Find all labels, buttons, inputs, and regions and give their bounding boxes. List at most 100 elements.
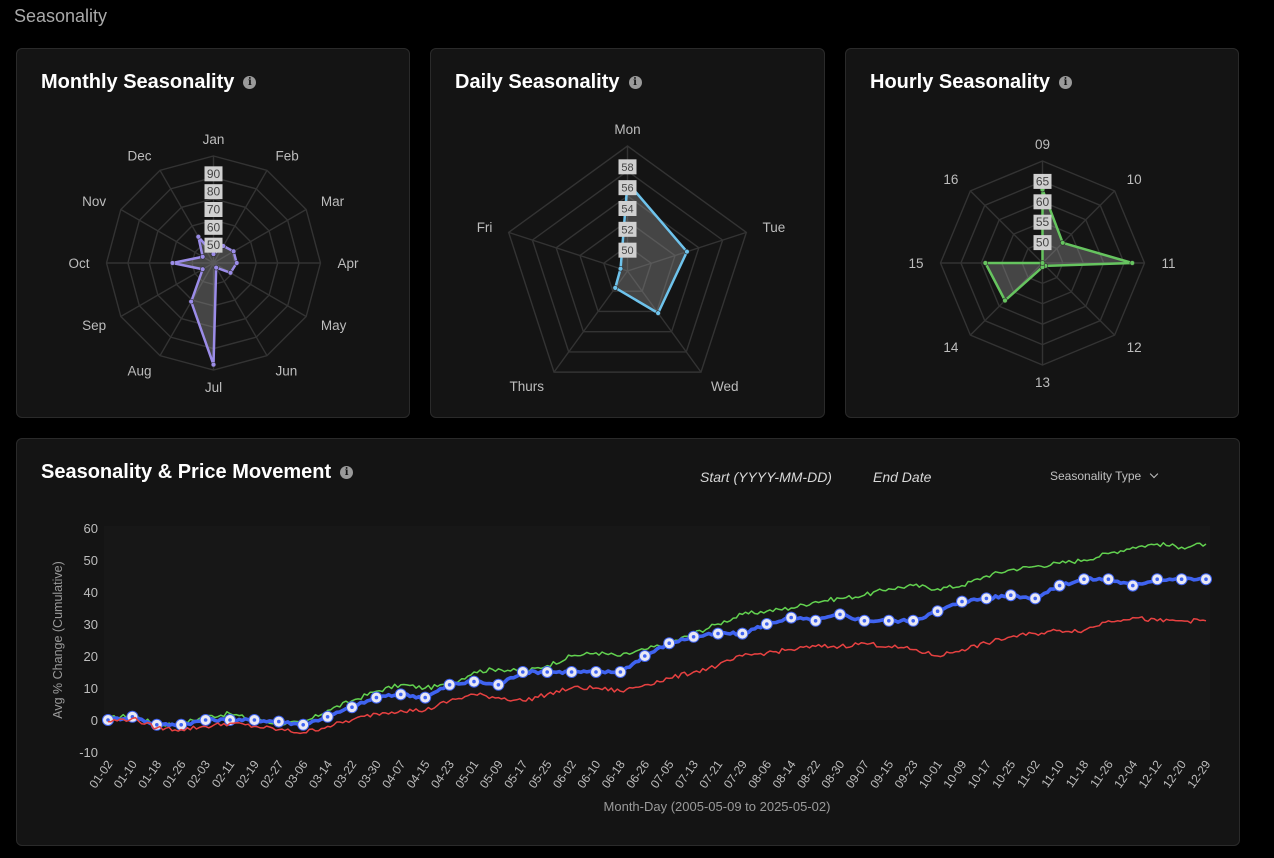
radar-category-label: May (321, 318, 347, 333)
radar-data-point (982, 260, 989, 266)
x-tick-label: 10-25 (989, 757, 1018, 790)
x-tick-label: 07-05 (648, 757, 677, 790)
daily-seasonality-card: Daily Seasonality i 50 52 54 56 58 Mon Tue Wed T… (430, 48, 825, 418)
x-tick-label: 08-30 (818, 757, 847, 790)
x-tick-label: 02-03 (184, 757, 213, 790)
radar-category-label: Tue (763, 220, 786, 235)
x-tick-label: 01-02 (86, 757, 115, 790)
y-tick-label: 30 (84, 617, 98, 632)
radar-data-point (199, 266, 206, 272)
radar-axis-spoke (508, 231, 628, 272)
radar-data-point (1059, 240, 1066, 246)
plot-background (104, 526, 1210, 720)
avg-data-point-center (740, 631, 745, 636)
x-tick-label: 10-09 (940, 757, 969, 790)
avg-data-point-center (911, 619, 915, 623)
x-tick-label: 04-15 (404, 757, 433, 790)
monthly-radar-chart: 50 60 70 80 90 Jan Feb Mar Apr May Jun Jul Aug Sep Oct… (68, 132, 360, 395)
x-tick-label: 05-01 (452, 757, 481, 790)
radar-tick-label: 58 (621, 162, 633, 174)
y-axis-label: Avg % Change (Cumulative) (51, 561, 65, 718)
radar-data-point (210, 361, 217, 368)
avg-data-point-center (862, 619, 867, 623)
x-tick-label: 09-23 (892, 757, 921, 790)
y-tick-label: 50 (84, 553, 98, 568)
avg-data-point-center (447, 683, 452, 687)
radar-tick-label: 65 (1036, 174, 1050, 188)
radar-tick-label: 60 (1036, 195, 1050, 209)
x-tick-label: 05-25 (526, 757, 555, 790)
x-tick-label: 04-23 (428, 757, 457, 790)
y-tick-label: 40 (84, 585, 98, 600)
avg-data-point-center (789, 615, 793, 620)
radar-data-point (233, 260, 240, 266)
avg-data-point-center (1155, 577, 1159, 581)
radar-category-label: 15 (908, 256, 923, 271)
radar-series-area (984, 188, 1134, 302)
avg-data-point-center (691, 635, 696, 639)
avg-data-point-center (1106, 577, 1111, 581)
radar-category-label: Dec (127, 149, 151, 164)
radar-data-point (1129, 260, 1135, 266)
price-movement-chart: -10 0 10 20 30 40 50 60 Avg % Change (Cumulative… (51, 521, 1214, 814)
avg-data-point-center (374, 695, 379, 700)
x-tick-label: 01-26 (160, 757, 189, 790)
x-tick-label: 06-26 (623, 757, 652, 790)
avg-data-point-center (252, 718, 257, 722)
monthly-seasonality-card: Monthly Seasonality i 50 60 70 80 90 Jan Feb Ma… (16, 48, 410, 418)
radar-data-point (230, 248, 237, 255)
x-axis-label: Month-Day (2005-05-09 to 2025-05-02) (604, 799, 831, 814)
x-tick-label: 10-01 (916, 757, 945, 790)
avg-data-point-center (594, 670, 598, 674)
avg-data-point-center (765, 622, 769, 626)
avg-data-point-center (423, 695, 428, 700)
radar-category-label: Apr (338, 256, 360, 271)
radar-category-label: 10 (1127, 172, 1142, 187)
avg-data-point-center (960, 599, 964, 604)
x-tick-label: 01-18 (135, 757, 164, 790)
x-tick-label: 02-19 (233, 757, 262, 790)
avg-data-point-center (277, 719, 281, 724)
radar-tick-label: 54 (621, 204, 633, 216)
radar-data-point (188, 298, 194, 305)
avg-data-point-center (618, 670, 623, 674)
x-tick-label: 11-10 (1038, 757, 1067, 790)
radar-category-label: 14 (943, 340, 959, 355)
avg-data-point-center (325, 715, 330, 719)
avg-data-point-center (545, 670, 549, 674)
radar-data-point (199, 254, 206, 260)
x-tick-label: 03-14 (306, 757, 335, 790)
radar-tick-label: 50 (207, 238, 221, 252)
avg-data-point-center (301, 723, 306, 727)
radar-category-label: Fri (477, 220, 493, 235)
x-tick-label: 12-29 (1184, 757, 1213, 790)
radar-category-label: 11 (1162, 256, 1176, 271)
x-tick-label: 12-12 (1136, 757, 1165, 790)
avg-data-point-center (813, 619, 818, 623)
x-tick-label: 01-10 (111, 757, 140, 790)
x-tick-label: 05-09 (477, 757, 506, 790)
avg-data-point-center (496, 683, 501, 687)
x-tick-label: 12-20 (1160, 757, 1189, 790)
radar-tick-label: 50 (1036, 236, 1050, 250)
avg-data-point-center (521, 670, 525, 674)
avg-data-point-center (1204, 577, 1208, 581)
radar-category-label: 13 (1035, 375, 1050, 390)
x-tick-label: 08-06 (745, 757, 774, 790)
y-tick-label: -10 (79, 745, 98, 760)
hourly-seasonality-card: Hourly Seasonality i 50 55 60 65 09 10 11 12 13 1… (845, 48, 1239, 418)
x-tick-label: 05-17 (501, 757, 530, 790)
radar-data-point (655, 310, 661, 316)
x-tick-label: 10-17 (965, 757, 994, 790)
y-tick-label: 0 (91, 713, 98, 728)
x-tick-label: 06-18 (599, 757, 628, 790)
x-tick-label: 07-21 (696, 757, 725, 790)
radar-data-point (1002, 297, 1008, 304)
radar-category-label: Jul (205, 380, 222, 395)
radar-category-label: Feb (276, 149, 299, 164)
avg-data-point-center (155, 723, 159, 727)
avg-data-point-center (472, 679, 476, 684)
avg-data-point-center (887, 619, 891, 623)
avg-data-point-center (1057, 583, 1062, 588)
daily-radar-chart: 50 52 54 56 58 Mon Tue Wed Thurs Fri (477, 122, 786, 394)
